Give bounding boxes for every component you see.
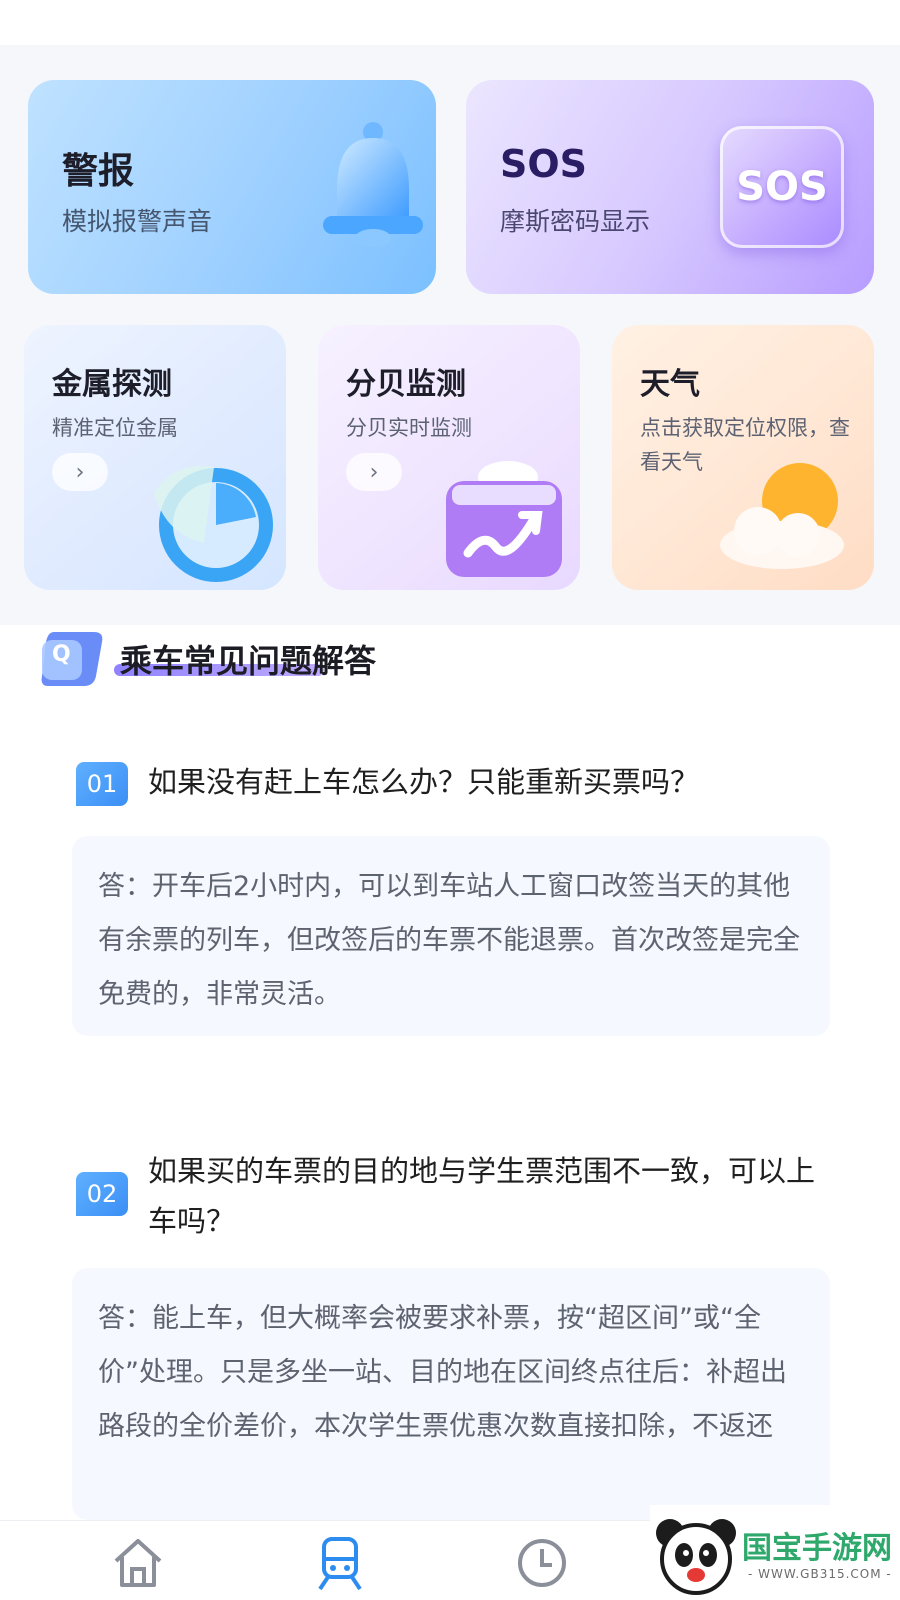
q-icon-letter: Q bbox=[52, 642, 71, 667]
question-text: 如果买的车票的目的地与学生票范围不一致，可以上车吗？ bbox=[148, 1154, 816, 1238]
decibel-title: 分贝监测 bbox=[346, 367, 466, 402]
question-number: 02 bbox=[76, 1172, 128, 1216]
answer-box: 答：开车后2小时内，可以到车站人工窗口改签当天的其他有余票的列车，但改签后的车票… bbox=[72, 836, 830, 1036]
home-icon[interactable] bbox=[110, 1535, 166, 1591]
faq-title: 乘车常见问题解答 bbox=[120, 642, 377, 680]
question-number: 01 bbox=[76, 762, 128, 806]
alarm-title: 警报 bbox=[62, 151, 135, 192]
faq-header: Q 乘车常见问题解答 bbox=[40, 630, 640, 690]
sos-title: SOS bbox=[500, 142, 588, 186]
train-icon[interactable] bbox=[312, 1535, 368, 1591]
metal-subtitle: 精准定位金属 bbox=[52, 416, 178, 440]
clock-icon[interactable] bbox=[514, 1535, 570, 1591]
answer-box: 答：能上车，但大概率会被要求补票，按“超区间”或“全价”处理。只是多坐一站、目的… bbox=[72, 1268, 830, 1520]
sun-cloud-icon bbox=[720, 463, 844, 569]
weather-title: 天气 bbox=[640, 367, 700, 402]
alarm-subtitle: 模拟报警声音 bbox=[62, 207, 213, 236]
decibel-arrow-button[interactable]: › bbox=[346, 453, 402, 491]
sos-card[interactable]: SOS 摩斯密码显示 SOS bbox=[466, 80, 874, 294]
decibel-chart-icon bbox=[446, 461, 562, 577]
sos-icon: SOS bbox=[720, 126, 844, 248]
answer-text: 答：开车后2小时内，可以到车站人工窗口改签当天的其他有余票的列车，但改签后的车票… bbox=[98, 871, 800, 1010]
q-icon bbox=[41, 632, 103, 686]
answer-text: 答：能上车，但大概率会被要求补票，按“超区间”或“全价”处理。只是多坐一站、目的… bbox=[98, 1303, 787, 1442]
metal-title: 金属探测 bbox=[52, 367, 172, 402]
sos-subtitle: 摩斯密码显示 bbox=[500, 207, 651, 236]
metal-detect-card[interactable]: 金属探测 精准定位金属 › bbox=[24, 325, 286, 590]
alarm-card[interactable]: 警报 模拟报警声音 bbox=[28, 80, 436, 294]
weather-card[interactable]: 天气 点击获取定位权限，查看天气 bbox=[612, 325, 874, 590]
watermark-url: - WWW.GB315.COM - bbox=[748, 1567, 892, 1581]
decibel-subtitle: 分贝实时监测 bbox=[346, 416, 472, 440]
decibel-card[interactable]: 分贝监测 分贝实时监测 › bbox=[318, 325, 580, 590]
metal-arrow-button[interactable]: › bbox=[52, 453, 108, 491]
radar-icon bbox=[154, 466, 273, 582]
question-text: 如果没有赶上车怎么办？只能重新买票吗？ bbox=[148, 765, 700, 799]
bell-icon bbox=[323, 122, 423, 247]
watermark: 国宝手游网 - WWW.GB315.COM - bbox=[650, 1505, 900, 1600]
watermark-name: 国宝手游网 bbox=[742, 1531, 892, 1566]
panda-logo-icon bbox=[656, 1519, 736, 1595]
